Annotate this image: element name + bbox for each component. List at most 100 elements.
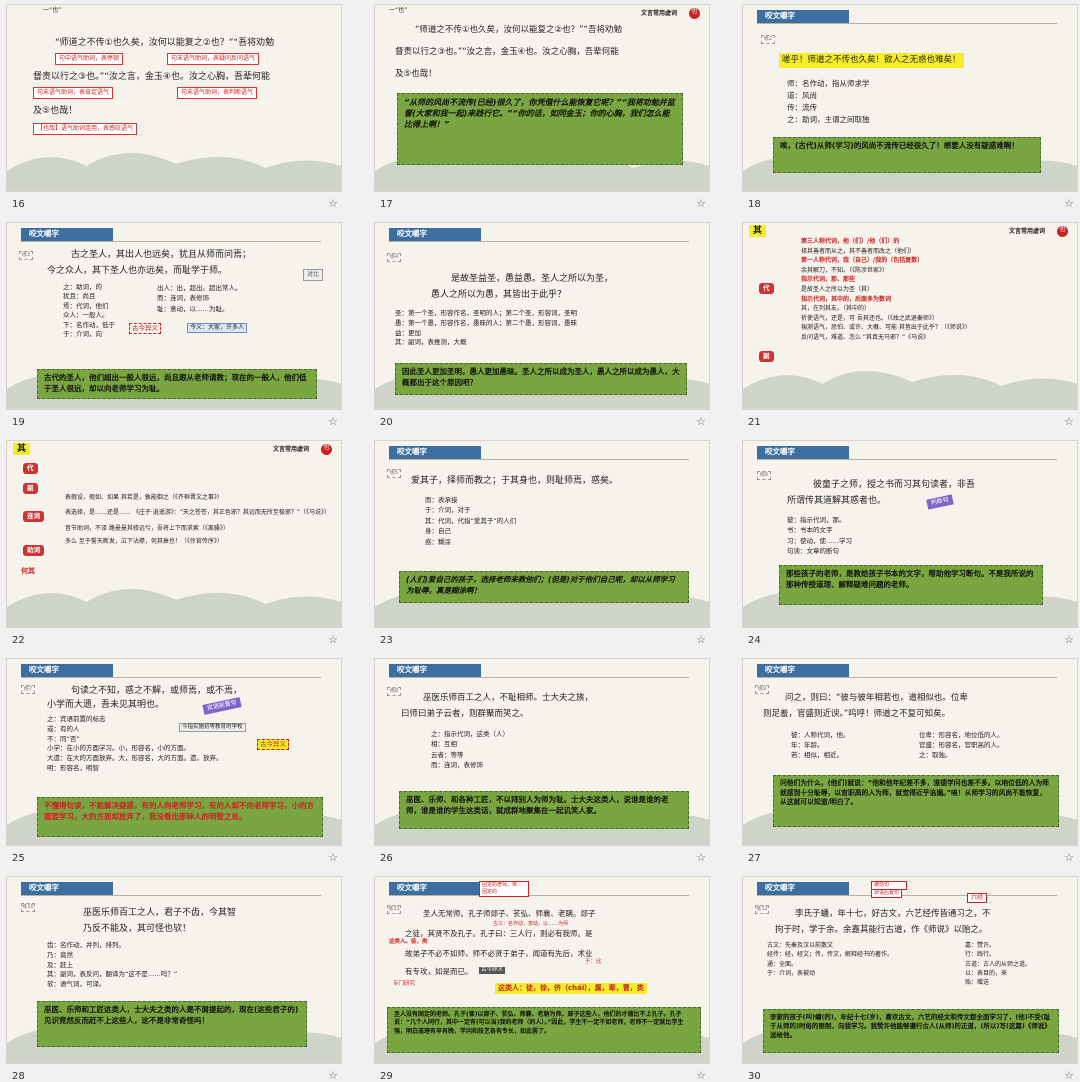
definition-list: 之：助词，的 犹且：尚且 焉：代词，他们 众人：一般人。 下：名作动，低于 于：…	[63, 283, 115, 340]
star-icon[interactable]: ☆	[1064, 415, 1074, 428]
definition-item: 其：副词，表反问，翻译为“这不是……吗？”	[47, 970, 178, 979]
definition-item: 不：同“否”	[47, 734, 80, 743]
slide-preview: 咬文嚼字 练9 问之，则曰：“彼与彼年相若也，道相似也。位卑 则足羞，官盛则近谀…	[742, 658, 1078, 846]
sentence-line: 古之圣人，其出人也远矣，犹且从师而问焉；	[71, 250, 252, 260]
usage-item: 余其解刀，不知。（《陈涉世家》）	[801, 266, 889, 274]
definition-item: 及：赶上	[47, 960, 73, 969]
slide-thumb-30[interactable]: 咬文嚼字 练12 被动句 状语后置句 六经 李氏子蟠，年十七，好古文，六艺经传皆…	[742, 876, 1078, 1082]
star-icon[interactable]: ☆	[1064, 851, 1074, 864]
translation-box: 古代的圣人，他们超出一般人很远，尚且跟从老师请教；现在的一般人，他们低于圣人很远…	[37, 369, 317, 399]
definition-item: 而：表承接	[425, 496, 458, 504]
section-header: 咬文嚼字	[757, 882, 849, 895]
slide-thumb-27[interactable]: 咬文嚼字 练9 问之，则曰：“彼与彼年相若也，道相似也。位卑 则足羞，官盛则近谀…	[742, 658, 1078, 864]
exercise-tag: 练9	[755, 685, 769, 694]
slide-thumb-29[interactable]: 咬文嚼字 练11 固定的老师。常：固定的 圣人无常师。孔子师郯子、苌弘、师襄、老…	[374, 876, 710, 1082]
definition-list: 齿：名作动，并列，排列。 乃：竟然 及：赶上 其：副词，表反问，翻译为“这不是……	[47, 941, 177, 990]
translation-box: 巫医、乐师、和各种工匠，不以拜别人为师为耻。士大夫这类人，说谁是谁的老师，谁是谁…	[399, 791, 689, 829]
ancient-modern-label: 古今异义	[479, 967, 506, 975]
mountain-decoration	[743, 371, 1077, 409]
slide-preview: 咬文嚼字 练10 巫医乐师百工之人，君子不齿，今其智 乃反不能及，其可怪也欤！ …	[6, 876, 342, 1064]
star-icon[interactable]: ☆	[696, 851, 706, 864]
slide-number: 20	[380, 417, 393, 428]
slide-preview: 咬文嚼字 练7 句读之不知，惑之不解，或师焉，或不焉， 小学而大遗，吾未见其明也…	[6, 658, 342, 846]
translation-box: 那些孩子的老师，是教给孩子书本的文字，帮助他学习断句。不是我所说的那种传授道理、…	[779, 565, 1043, 605]
slide-title: 文言常用虚词	[1009, 228, 1046, 235]
star-icon[interactable]: ☆	[328, 851, 338, 864]
divider	[389, 459, 689, 460]
slide-thumb-22[interactable]: 其 文言常用虚词 也 代 副 连词 助词 何其 表假设，假如、如果 其若是，孰能…	[6, 440, 342, 646]
category-pill: 副	[759, 351, 774, 362]
definition-item: 圣：第一个圣，形容作名，圣明的人；第二个圣，形容词，圣明	[395, 309, 577, 317]
note-box: 句中语气助词，表停顿	[55, 53, 124, 66]
star-icon[interactable]: ☆	[328, 415, 338, 428]
callout-box: 状语后置句	[871, 889, 903, 898]
translation-box: 李家的孩子(叫)蟠(的)，年纪十七(岁)，喜欢古文，六艺的经文和传文都全面学习了…	[763, 1009, 1059, 1053]
slide-thumb-23[interactable]: 咬文嚼字 练5 爱其子，择师而教之；于其身也，则耻师焉，惑矣。 而：表承接 于：…	[374, 440, 710, 646]
slide-number: 21	[748, 417, 761, 428]
highlighted-quote: 嗟乎！师道之不传也久矣！欲人之无惑也难矣！	[779, 53, 964, 69]
slide-thumb-17[interactable]: 一“也” 文言常用虚词 也 “师道之不传①也久矣，汝何以能复之②也？”“吾将劝勉…	[374, 4, 710, 210]
star-icon[interactable]: ☆	[696, 1069, 706, 1082]
sentence-line: 爱其子，择师而教之；于其身也，则耻师焉，惑矣。	[411, 476, 619, 486]
translation-box: 圣人没有固定的老师。孔子(曾)以郯子、苌弘、师襄、老聃为师。郯子这些人，他们的才…	[387, 1007, 701, 1053]
star-icon[interactable]: ☆	[696, 197, 706, 210]
slide-thumb-19[interactable]: 咬文嚼字 练3 古之圣人，其出人也远矣，犹且从师而问焉； 今之众人，其下圣人也亦…	[6, 222, 342, 428]
section-header: 咬文嚼字	[389, 446, 481, 459]
star-icon[interactable]: ☆	[1064, 197, 1074, 210]
star-icon[interactable]: ☆	[328, 1069, 338, 1082]
star-icon[interactable]: ☆	[696, 633, 706, 646]
definition-item: 位卑：形容名，地位低的人。	[919, 731, 1004, 739]
definition-item: 于：介词，对于	[425, 506, 471, 515]
sentence-line: 巫医乐师百工之人，不耻相师。士大夫之族，	[423, 693, 594, 703]
slide-thumb-16[interactable]: 一“也” “师道之不传①也久矣，汝何以能复之②也？”“吾将劝勉 句中语气助词，表…	[6, 4, 342, 210]
section-header: 咬文嚼字	[757, 446, 849, 459]
definition-item: 小学：在小的方面学习。小，形容名，小的方面。	[47, 744, 190, 753]
definition-item: 或：有的人	[47, 724, 80, 733]
exercise-tag: 练5	[387, 469, 401, 478]
slide-thumb-24[interactable]: 咬文嚼字 练6 彼童子之师，授之书而习其句读者，非吾 所谓传其道解其惑者也。 判…	[742, 440, 1078, 646]
divider	[757, 677, 1057, 678]
note-box: 句末语气助词，表判断语气	[177, 87, 258, 100]
sentence-line: 愚人之所以为愚，其皆出于此乎？	[431, 290, 567, 300]
usage-list: 表假设，假如、如果 其若是，孰能御之（《齐桓晋文之事》） 表选择，是……还是………	[65, 493, 335, 546]
slide-thumb-26[interactable]: 咬文嚼字 练8 巫医乐师百工之人，不耻相师。士大夫之族， 曰师曰弟子云者，则群聚…	[374, 658, 710, 864]
seal-icon: 也	[1057, 226, 1068, 237]
slide-thumb-21[interactable]: 其 文言常用虚词 也 代 副 第三人称代词，他（们）/他（们）的 择其善者而从之…	[742, 222, 1078, 428]
slide-title: 文言常用虚词	[641, 10, 678, 17]
slide-thumb-20[interactable]: 咬文嚼字 练4 是故圣益圣，愚益愚。圣人之所以为圣， 愚人之所以为愚，其皆出于此…	[374, 222, 710, 428]
usage-item: 第三人称代词，他（们）/他（们）的	[801, 238, 900, 245]
usage-item: 指示代词，其中的，后面多为数词	[801, 295, 892, 303]
exercise-tag: 练4	[387, 253, 401, 262]
slide-preview: 一“也” 文言常用虚词 也 “师道之不传①也久矣，汝何以能复之②也？”“吾将劝勉…	[374, 4, 710, 192]
note-box: 今义：大家，许多人	[187, 323, 248, 334]
sentence-line: 则足羞，官盛则近谀。”呜呼！师道之不复可知矣。	[763, 709, 951, 719]
slide-thumb-25[interactable]: 咬文嚼字 练7 句读之不知，惑之不解，或师焉，或不焉， 小学而大遗，吾未见其明也…	[6, 658, 342, 864]
sentence-line: 小学而大遗，吾未见其明也。	[47, 700, 165, 710]
star-icon[interactable]: ☆	[1064, 1069, 1074, 1082]
definition-item: 益：更加	[395, 328, 421, 337]
category-pill: 助词	[23, 545, 44, 556]
sentence-line: 彼童子之师，授之书而习其句读者，非吾	[813, 480, 976, 490]
exercise-tag: 练12	[755, 905, 769, 914]
star-icon[interactable]: ☆	[328, 633, 338, 646]
definition-item: 通：全面。	[767, 960, 798, 968]
definition-item: 之：宾语前置的标志	[47, 715, 106, 723]
slide-preview: 咬文嚼字 练12 被动句 状语后置句 六经 李氏子蟠，年十七，好古文，六艺经传皆…	[742, 876, 1078, 1064]
star-icon[interactable]: ☆	[328, 197, 338, 210]
definition-item: 而：连词，表修饰	[157, 294, 209, 303]
note-label: 这类人。徒，类	[389, 939, 428, 945]
definition-list: 彼：指示代词，那。 书：书本的文字 习：使动，使……学习 句读：文章的断句	[787, 515, 852, 557]
section-header: 咬文嚼字	[389, 228, 481, 241]
star-icon[interactable]: ☆	[696, 415, 706, 428]
star-icon[interactable]: ☆	[1064, 633, 1074, 646]
definition-item: 之：助词，的	[63, 283, 102, 291]
slide-number: 17	[380, 199, 393, 210]
sentence-line: 有专攻，如是而已。	[405, 967, 473, 976]
slide-thumb-28[interactable]: 咬文嚼字 练10 巫医乐师百工之人，君子不齿，今其智 乃反不能及，其可怪也欤！ …	[6, 876, 342, 1082]
divider	[757, 23, 1057, 24]
slide-thumb-18[interactable]: 咬文嚼字 练2 嗟乎！师道之不传也久矣！欲人之无惑也难矣！ 师：名作动，指从师求…	[742, 4, 1078, 210]
sentence-line: 所谓传其道解其惑者也。	[787, 496, 887, 506]
slide-number: 25	[12, 853, 25, 864]
slide-title: 文言常用虚词	[273, 446, 310, 453]
usage-item: 音节助词，不译 路曼曼其修远兮，吾将上下而求索（《离骚》）	[65, 524, 229, 532]
